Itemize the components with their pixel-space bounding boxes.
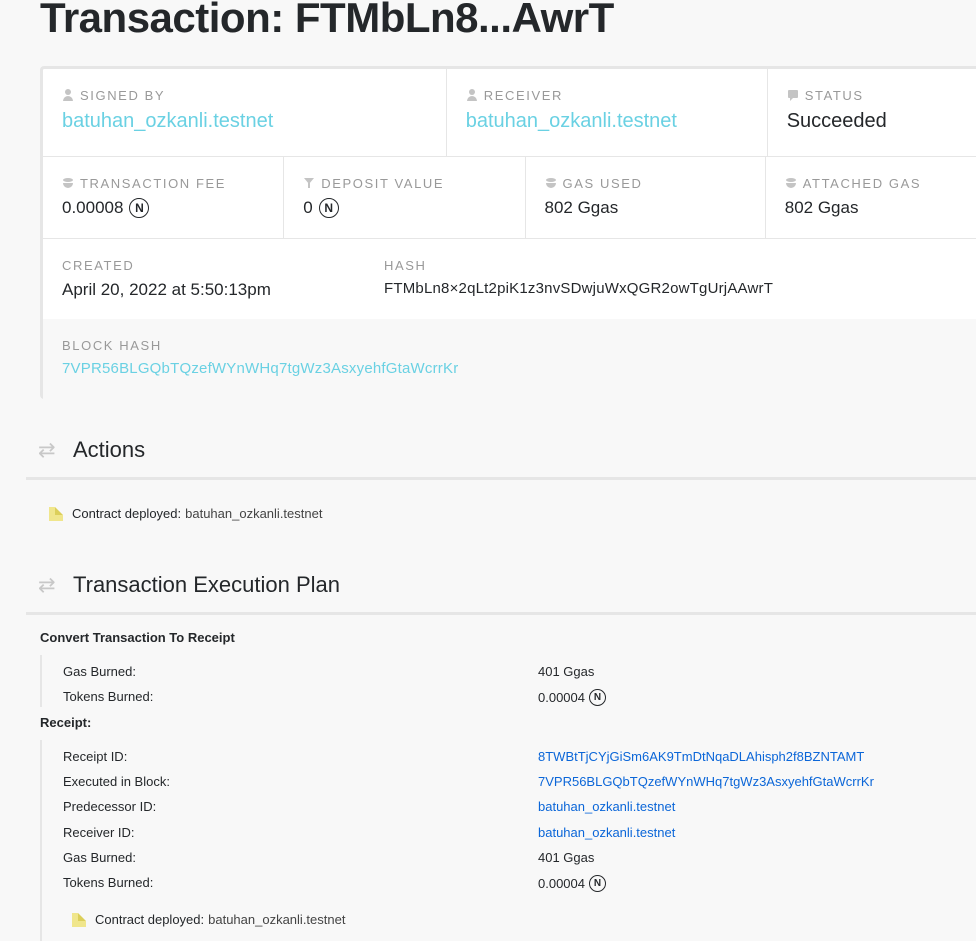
receipt-action-item: Contract deployed: batuhan_ozkanli.testn… bbox=[72, 912, 345, 927]
overview-row-fees: TRANSACTION FEE 0.00008 N DEPOSIT VALUE … bbox=[43, 157, 976, 239]
status-cell: STATUS Succeeded bbox=[768, 69, 976, 156]
action-item: Contract deployed: batuhan_ozkanli.testn… bbox=[49, 506, 322, 521]
receipt-id-label: Receipt ID: bbox=[63, 749, 128, 764]
actions-section-header: ⇄ Actions bbox=[26, 420, 976, 480]
near-icon: N bbox=[589, 875, 606, 892]
deposit-value-label: DEPOSIT VALUE bbox=[321, 175, 445, 191]
predecessor-id-row: Predecessor ID: batuhan_ozkanli.testnet bbox=[63, 799, 963, 817]
transfer-arrows-icon: ⇄ bbox=[38, 574, 56, 597]
user-icon bbox=[466, 89, 478, 101]
attached-gas-cell: ATTACHED GAS 802 Ggas bbox=[766, 157, 976, 238]
receiver-id-link[interactable]: batuhan_ozkanli.testnet bbox=[538, 825, 675, 840]
action-kind: Contract deployed: bbox=[72, 506, 182, 521]
attached-gas-label: ATTACHED GAS bbox=[802, 175, 922, 191]
near-icon: N bbox=[129, 198, 150, 218]
near-icon: N bbox=[318, 198, 339, 218]
tokens-burned-value: 0.00004 bbox=[538, 876, 585, 891]
deposit-value-value: 0 bbox=[303, 198, 313, 217]
action-target: batuhan_ozkanli.testnet bbox=[185, 506, 323, 521]
receiver-cell: RECEIVER batuhan_ozkanli.testnet bbox=[447, 69, 768, 156]
document-icon bbox=[49, 506, 63, 521]
receiver-id-label: Receiver ID: bbox=[63, 825, 135, 840]
filter-icon bbox=[303, 177, 315, 189]
receipt-id-row: Receipt ID: 8TWBtTjCYjGiSm6AK9TmDtNqaDLA… bbox=[63, 749, 963, 767]
gas-burned-value: 401 Ggas bbox=[538, 850, 595, 865]
gas-burned-label: Gas Burned: bbox=[63, 664, 136, 679]
receiver-label: RECEIVER bbox=[483, 87, 563, 103]
action-target: batuhan_ozkanli.testnet bbox=[208, 912, 346, 927]
actions-heading: Actions bbox=[73, 437, 146, 462]
block-hash-cell: BLOCK HASH 7VPR56BLGQbTQzefWYnWHq7tgWz3A… bbox=[43, 319, 943, 399]
user-icon bbox=[62, 89, 74, 101]
block-hash-link[interactable]: 7VPR56BLGQbTQzefWYnWHq7tgWz3AsxyehfGtaWc… bbox=[62, 360, 943, 377]
predecessor-id-label: Predecessor ID: bbox=[63, 799, 157, 814]
hash-label: HASH bbox=[384, 257, 427, 273]
signed-by-link[interactable]: batuhan_ozkanli.testnet bbox=[62, 110, 446, 133]
status-label: STATUS bbox=[804, 87, 864, 103]
gas-burned-label: Gas Burned: bbox=[63, 850, 136, 865]
block-hash-label: BLOCK HASH bbox=[62, 337, 162, 353]
overview-row-block: BLOCK HASH 7VPR56BLGQbTQzefWYnWHq7tgWz3A… bbox=[43, 319, 976, 399]
convert-title: Convert Transaction To Receipt bbox=[40, 630, 235, 645]
transaction-fee-value: 0.00008 bbox=[62, 198, 124, 217]
predecessor-id-link[interactable]: batuhan_ozkanli.testnet bbox=[538, 799, 675, 814]
coins-icon bbox=[545, 177, 557, 189]
gas-used-label: GAS USED bbox=[562, 175, 643, 191]
status-value: Succeeded bbox=[786, 110, 887, 132]
hash-cell: HASH FTMbLn8×2qLt2piK1z3nvSDwjuWxQGR2owT… bbox=[365, 239, 965, 319]
signed-by-cell: SIGNED BY batuhan_ozkanli.testnet bbox=[43, 69, 447, 156]
signed-by-label: SIGNED BY bbox=[80, 87, 166, 103]
receipt-title: Receipt: bbox=[40, 715, 92, 730]
transaction-fee-label: TRANSACTION FEE bbox=[80, 175, 227, 191]
receipt-id-link[interactable]: 8TWBtTjCYjGiSm6AK9TmDtNqaDLAhisph2f8BZNT… bbox=[538, 749, 864, 764]
transfer-arrows-icon: ⇄ bbox=[38, 439, 56, 462]
receipt-gas-burned-row: Gas Burned: 401 Ggas bbox=[63, 850, 963, 868]
coins-icon bbox=[785, 177, 797, 189]
executed-in-block-row: Executed in Block: 7VPR56BLGQbTQzefWYnWH… bbox=[63, 774, 963, 792]
transaction-fee-cell: TRANSACTION FEE 0.00008 N bbox=[43, 157, 285, 238]
page-title: Transaction: FTMbLn8...AwrT bbox=[40, 0, 614, 41]
created-label: CREATED bbox=[62, 257, 135, 273]
receiver-id-row: Receiver ID: batuhan_ozkanli.testnet bbox=[63, 825, 963, 843]
plan-heading: Transaction Execution Plan bbox=[73, 572, 340, 597]
overview-row-created: CREATED April 20, 2022 at 5:50:13pm HASH… bbox=[43, 239, 976, 319]
receipt-tokens-burned-row: Tokens Burned: 0.00004 N bbox=[63, 875, 963, 893]
overview-row-parties: SIGNED BY batuhan_ozkanli.testnet RECEIV… bbox=[43, 69, 976, 157]
created-value: April 20, 2022 at 5:50:13pm bbox=[62, 280, 271, 299]
tree-line bbox=[40, 740, 42, 941]
receiver-link[interactable]: batuhan_ozkanli.testnet bbox=[466, 110, 767, 133]
gas-used-cell: GAS USED 802 Ggas bbox=[526, 157, 766, 238]
convert-gas-burned-row: Gas Burned: 401 Ggas bbox=[63, 664, 963, 682]
plan-section-header: ⇄ Transaction Execution Plan bbox=[26, 555, 976, 615]
created-cell: CREATED April 20, 2022 at 5:50:13pm bbox=[43, 239, 365, 319]
executed-in-block-link[interactable]: 7VPR56BLGQbTQzefWYnWHq7tgWz3AsxyehfGtaWc… bbox=[538, 774, 874, 789]
convert-tokens-burned-row: Tokens Burned: 0.00004 N bbox=[63, 689, 963, 707]
tokens-burned-label: Tokens Burned: bbox=[63, 689, 154, 704]
action-kind: Contract deployed: bbox=[95, 912, 205, 927]
tokens-burned-value: 0.00004 bbox=[538, 690, 585, 705]
coins-icon bbox=[62, 177, 74, 189]
document-icon bbox=[72, 912, 86, 927]
chat-icon bbox=[787, 89, 799, 101]
near-icon: N bbox=[589, 689, 606, 706]
gas-used-value: 802 Ggas bbox=[544, 198, 619, 217]
tree-line bbox=[40, 655, 42, 707]
deposit-value-cell: DEPOSIT VALUE 0 N bbox=[284, 157, 526, 238]
hash-value: FTMbLn8×2qLt2piK1z3nvSDwjuWxQGR2owTgUrjA… bbox=[384, 280, 774, 297]
attached-gas-value: 802 Ggas bbox=[784, 198, 859, 217]
gas-burned-value: 401 Ggas bbox=[538, 664, 595, 679]
executed-in-block-label: Executed in Block: bbox=[63, 774, 170, 789]
tokens-burned-label: Tokens Burned: bbox=[63, 875, 154, 890]
transaction-overview-card: SIGNED BY batuhan_ozkanli.testnet RECEIV… bbox=[40, 66, 976, 399]
